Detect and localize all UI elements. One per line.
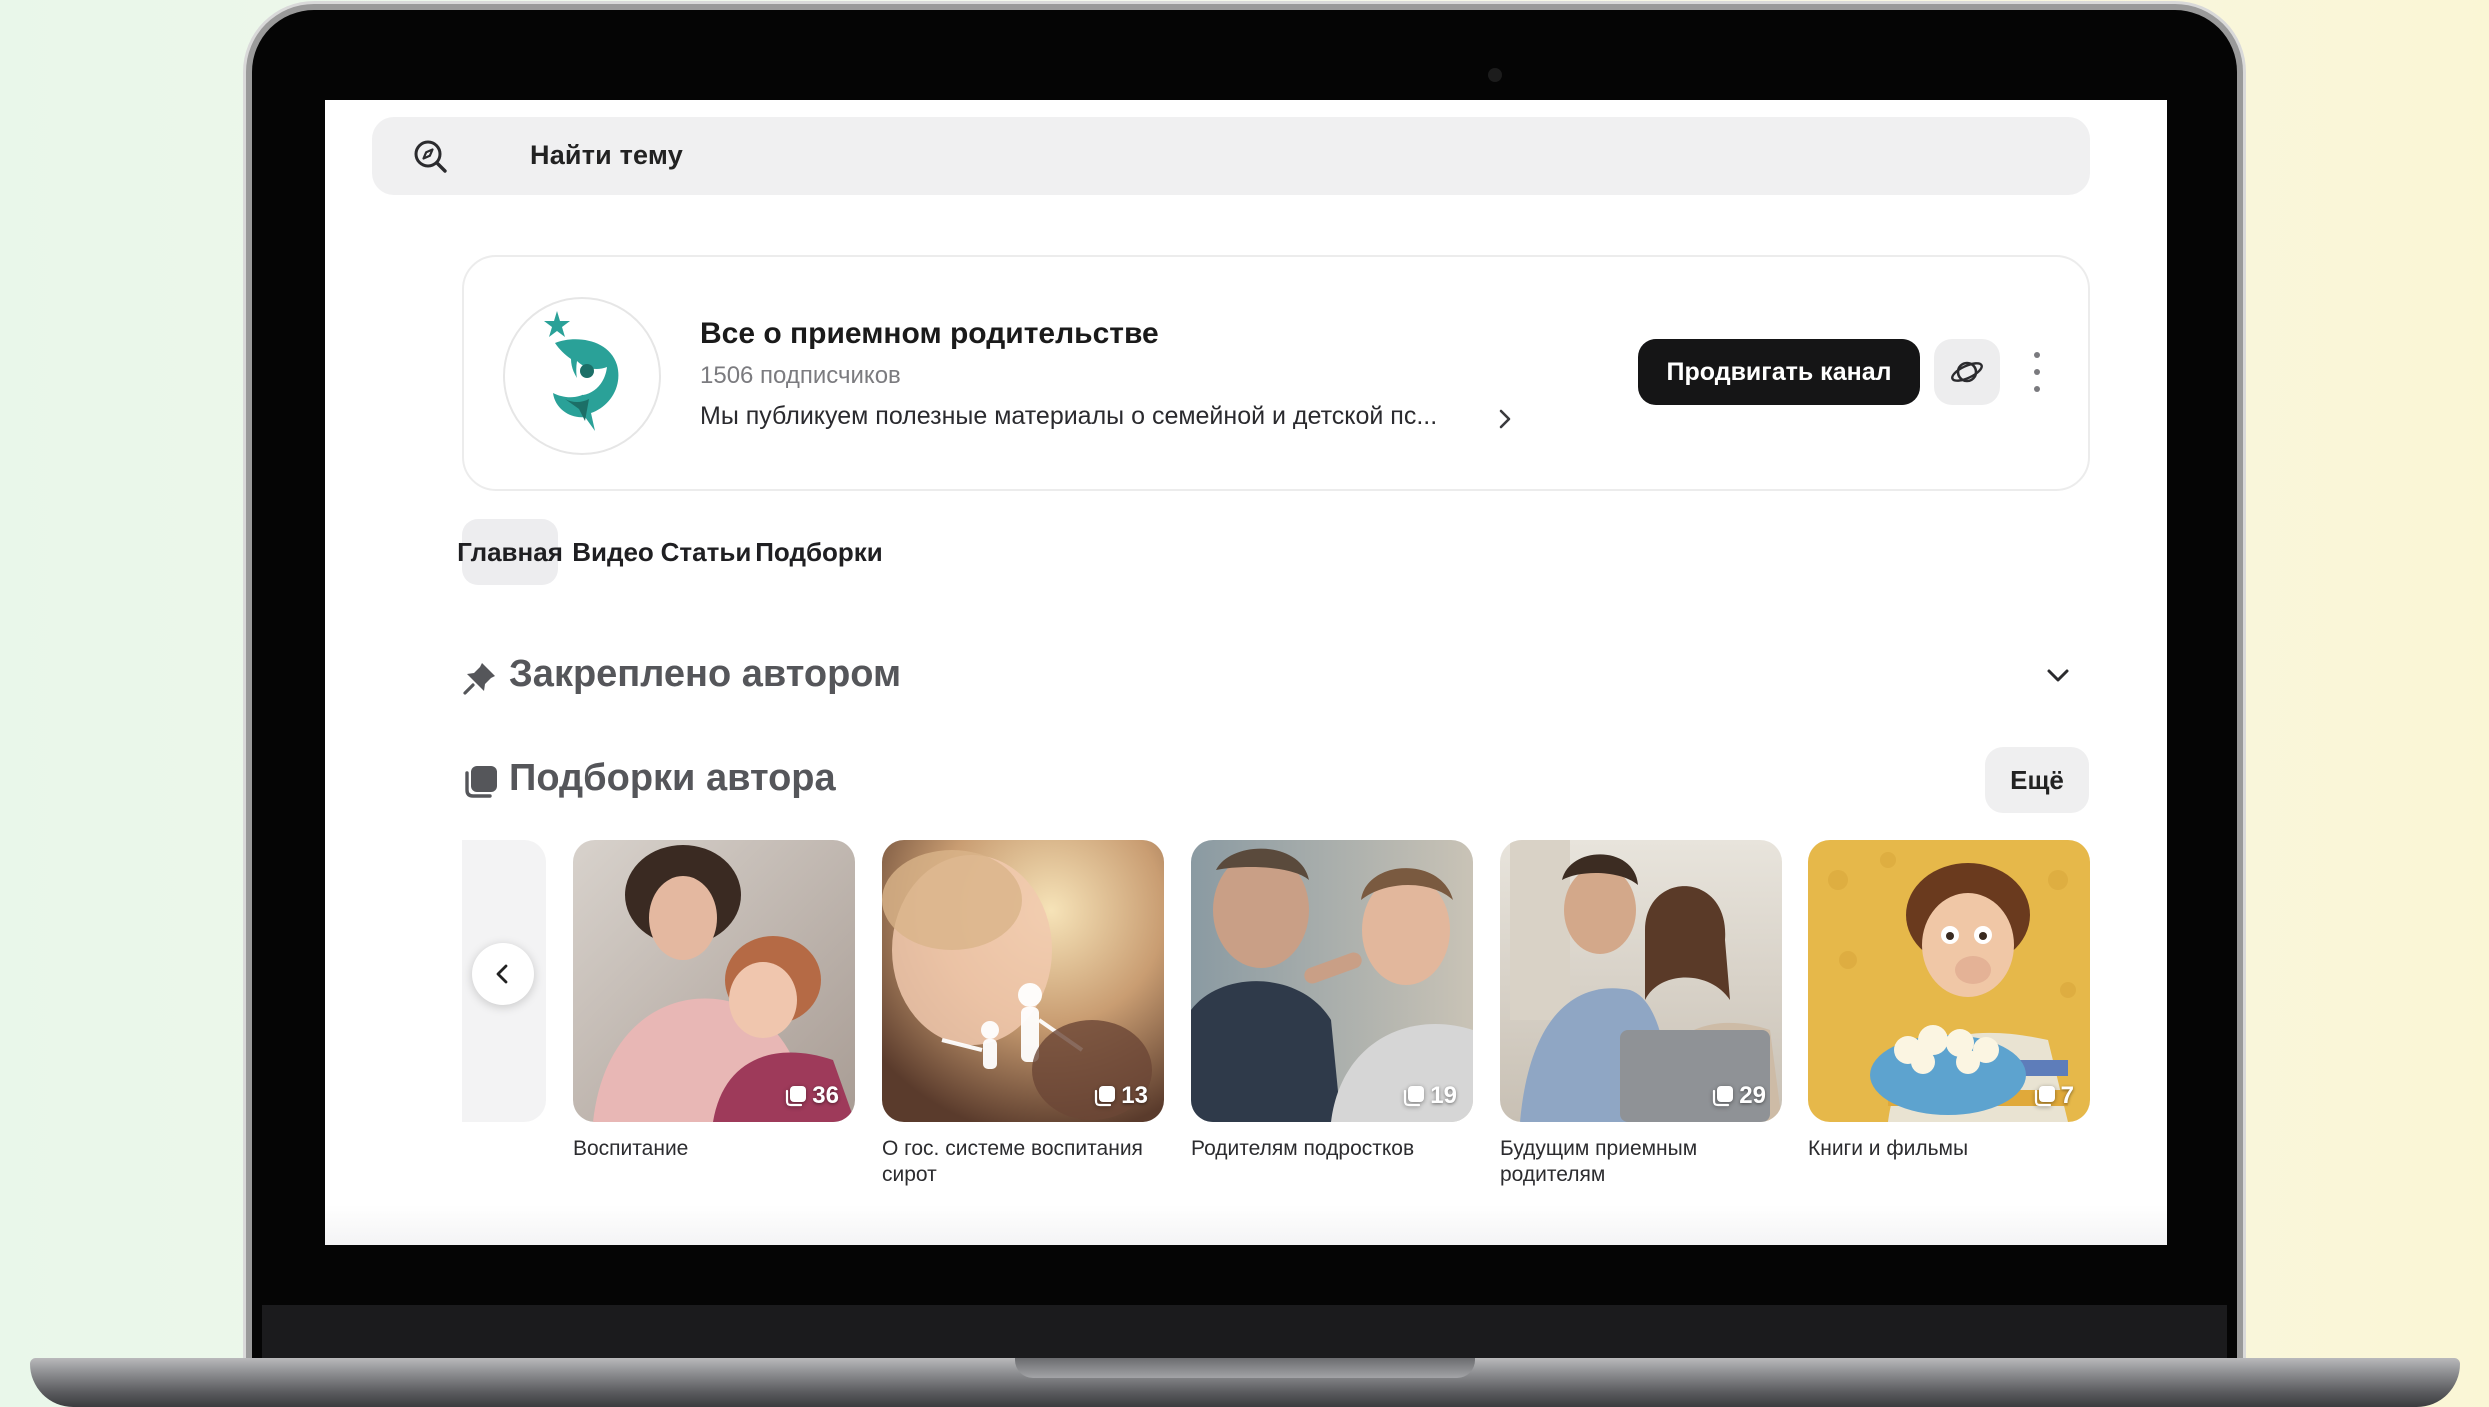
collection-stack-icon: [465, 766, 497, 798]
collection-card-label: Родителям подростков: [1191, 1137, 1415, 1160]
collection-card-label: Будущим приемным родителям: [1500, 1137, 1698, 1186]
pin-icon: [463, 663, 495, 695]
pinned-section-title: Закреплено автором: [509, 653, 902, 695]
item-count-badge: 36: [785, 1082, 839, 1110]
channel-avatar[interactable]: [503, 297, 661, 455]
tab-main[interactable]: Главная: [457, 519, 563, 585]
item-count: 7: [2060, 1082, 2074, 1109]
item-count-badge: 13: [1094, 1082, 1148, 1110]
collection-thumbnail: 7: [1808, 840, 2090, 1122]
tab-articles[interactable]: Статьи: [658, 519, 754, 585]
photo-boy-popcorn: [1808, 840, 2090, 1122]
planet-button[interactable]: [1934, 339, 2000, 405]
item-count-badge: 19: [1403, 1082, 1457, 1110]
app-screen: Найти тему Все о приемном родительстве 1…: [325, 100, 2167, 1245]
item-count-badge: 7: [2034, 1082, 2074, 1110]
search-bar[interactable]: Найти тему: [372, 117, 2090, 195]
chevron-down-icon[interactable]: [2043, 661, 2073, 691]
collection-card[interactable]: 13 О гос. системе воспитания сирот: [882, 840, 1164, 1188]
screen-bottom-fade: [325, 1205, 2167, 1245]
collection-thumbnail: 19: [1191, 840, 1473, 1122]
item-count: 36: [812, 1082, 839, 1109]
collection-card-label: О гос. системе воспитания сирот: [882, 1137, 1143, 1186]
item-count: 13: [1121, 1082, 1148, 1109]
collection-stack-icon: [2034, 1086, 2055, 1107]
collection-card[interactable]: 7 Книги и фильмы: [1808, 840, 2090, 1162]
channel-logo-icon: [544, 311, 619, 431]
collection-stack-icon: [786, 1086, 807, 1107]
channel-header-card: Все о приемном родительстве 1506 подписч…: [462, 255, 2090, 491]
photo-father-teen: [1191, 840, 1473, 1122]
collections-more-button[interactable]: Ещё: [1985, 747, 2089, 813]
item-count-badge: 29: [1712, 1082, 1766, 1110]
collection-stack-icon: [1404, 1086, 1425, 1107]
laptop-hinge-notch: [1015, 1358, 1475, 1378]
collection-card-label: Книги и фильмы: [1808, 1137, 1969, 1160]
promote-channel-button[interactable]: Продвигать канал: [1638, 339, 1920, 405]
tab-video[interactable]: Видео: [570, 519, 656, 585]
laptop-bezel-bottom: [262, 1305, 2227, 1365]
photo-girl-paper-figures: [882, 840, 1164, 1122]
chevron-left-icon: [496, 964, 508, 984]
carousel-prev-button[interactable]: [472, 943, 534, 1005]
item-count: 29: [1739, 1082, 1766, 1109]
camera: [1488, 68, 1502, 82]
collection-card[interactable]: 29 Будущим приемным родителям: [1500, 840, 1782, 1188]
search-input[interactable]: Найти тему: [530, 140, 683, 171]
photo-mother-daughter: [573, 840, 855, 1122]
more-vertical-icon[interactable]: [2030, 352, 2044, 392]
photo-couple-laptop: [1500, 840, 1782, 1122]
collection-stack-icon: [1713, 1086, 1734, 1107]
collection-card-label: Воспитание: [573, 1137, 689, 1160]
planet-icon: [1951, 361, 1983, 383]
channel-description[interactable]: Мы публикуем полезные материалы о семейн…: [700, 402, 1437, 431]
collection-card[interactable]: 36 Воспитание: [573, 840, 855, 1162]
collection-thumbnail: 13: [882, 840, 1164, 1122]
tab-collections[interactable]: Подборки: [754, 519, 884, 585]
collection-thumbnail: 36: [573, 840, 855, 1122]
chevron-right-icon[interactable]: [1494, 406, 1516, 432]
collection-card[interactable]: 19 Родителям подростков: [1191, 840, 1473, 1162]
item-count: 19: [1430, 1082, 1457, 1109]
collection-stack-icon: [1095, 1086, 1116, 1107]
collections-section-title: Подборки автора: [509, 757, 836, 799]
channel-title: Все о приемном родительстве: [700, 317, 1159, 350]
channel-subscribers: 1506 подписчиков: [700, 362, 901, 389]
collection-thumbnail: 29: [1500, 840, 1782, 1122]
search-compass-icon: [414, 140, 447, 173]
